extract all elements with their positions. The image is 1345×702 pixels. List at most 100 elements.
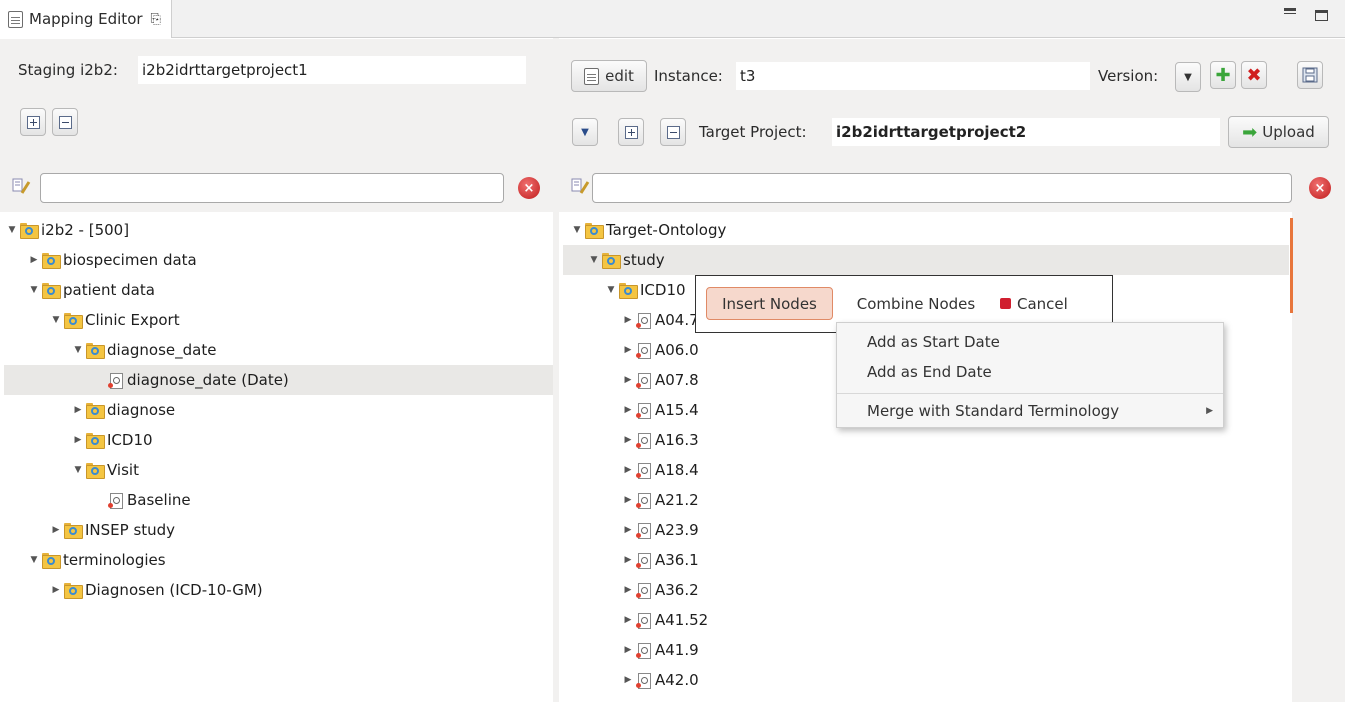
expand-arrow-icon[interactable]: ▶ — [622, 345, 634, 355]
collapse-arrow-icon[interactable]: ▼ — [571, 225, 583, 235]
filter-icon[interactable] — [571, 178, 593, 198]
tree-leaf-node[interactable]: ▶ A07.8 — [622, 365, 699, 395]
tree-node-label: A15.4 — [655, 401, 699, 419]
tree-folder-node[interactable]: ▶ INSEP study — [50, 515, 175, 545]
target-project-label: Target Project: — [699, 123, 807, 141]
right-tree-scroll-track[interactable] — [1292, 212, 1345, 702]
collapse-arrow-icon[interactable]: ▼ — [6, 225, 18, 235]
left-search-input[interactable] — [40, 173, 504, 203]
tree-folder-node[interactable]: ▼ i2b2 - [500] — [6, 215, 129, 245]
expand-arrow-icon[interactable]: ▶ — [622, 555, 634, 565]
right-collapse-all-button[interactable] — [660, 118, 686, 146]
tree-folder-node[interactable]: ▶ ICD10 — [72, 425, 153, 455]
expand-arrow-icon[interactable]: ▶ — [622, 405, 634, 415]
combine-nodes-button[interactable]: Combine Nodes — [841, 287, 991, 320]
expand-all-button[interactable] — [20, 108, 46, 136]
tree-leaf-node[interactable]: Baseline — [94, 485, 191, 515]
tree-folder-node[interactable]: ▼ Clinic Export — [50, 305, 180, 335]
collapse-arrow-icon[interactable]: ▼ — [72, 465, 84, 475]
insert-nodes-button[interactable]: Insert Nodes — [706, 287, 833, 320]
menu-item-add-end-date[interactable]: Add as End Date — [837, 358, 1223, 386]
options-dropdown-button[interactable]: ▼ — [572, 118, 598, 146]
save-icon — [1302, 67, 1318, 83]
menu-item-merge-standard-terminology[interactable]: Merge with Standard Terminology ▶ — [837, 397, 1223, 425]
tree-leaf-node[interactable]: ▶ A15.4 — [622, 395, 699, 425]
delete-button[interactable]: ✖ — [1241, 61, 1267, 89]
expand-arrow-icon[interactable]: ▶ — [28, 255, 40, 265]
tree-folder-node[interactable]: ▼ ICD10 — [605, 275, 686, 305]
menu-item-add-start-date[interactable]: Add as Start Date — [837, 328, 1223, 356]
minimize-icon[interactable] — [1284, 8, 1296, 14]
staging-project-field[interactable]: i2b2idrttargetproject1 — [138, 56, 526, 84]
tree-folder-node[interactable]: ▶ Diagnosen (ICD-10-GM) — [50, 575, 263, 605]
tree-leaf-node[interactable]: ▶ A36.2 — [622, 575, 699, 605]
document-icon — [8, 10, 23, 28]
expand-arrow-icon[interactable]: ▶ — [622, 585, 634, 595]
tree-leaf-node[interactable]: ▶ A41.9 — [622, 635, 699, 665]
tree-leaf-node[interactable]: ▶ A36.1 — [622, 545, 699, 575]
tree-folder-node[interactable]: ▼ Visit — [72, 455, 139, 485]
right-search-input[interactable] — [592, 173, 1292, 203]
expand-arrow-icon[interactable]: ▶ — [622, 315, 634, 325]
close-icon[interactable]: ⎘ — [151, 12, 161, 27]
tree-folder-node[interactable]: ▼ patient data — [28, 275, 155, 305]
target-project-field[interactable]: i2b2idrttargetproject2 — [832, 118, 1220, 146]
filter-icon[interactable] — [12, 178, 34, 198]
collapse-arrow-icon[interactable]: ▼ — [72, 345, 84, 355]
scrollbar-thumb[interactable] — [1290, 218, 1293, 313]
expand-arrow-icon[interactable]: ▶ — [622, 645, 634, 655]
tree-node-label: A36.1 — [655, 551, 699, 569]
tree-folder-node[interactable]: ▶ diagnose — [72, 395, 175, 425]
tab-mapping-editor[interactable]: Mapping Editor ⎘ — [0, 0, 172, 38]
upload-button[interactable]: ➡ Upload — [1228, 116, 1329, 148]
expand-arrow-icon[interactable]: ▶ — [622, 375, 634, 385]
collapse-arrow-icon[interactable]: ▼ — [605, 285, 617, 295]
tree-folder-node[interactable]: ▼ Target-Ontology — [571, 215, 726, 245]
tree-leaf-node[interactable]: ▶ A16.3 — [622, 425, 699, 455]
clear-search-icon[interactable]: × — [518, 177, 540, 199]
concept-folder-icon — [64, 313, 83, 329]
collapse-all-button[interactable] — [52, 108, 78, 136]
collapse-arrow-icon[interactable]: ▼ — [50, 315, 62, 325]
add-button[interactable]: ✚ — [1210, 61, 1236, 89]
tree-leaf-node[interactable]: ▶ A06.0 — [622, 335, 699, 365]
tree-leaf-node[interactable]: diagnose_date (Date) — [4, 365, 553, 395]
collapse-arrow-icon[interactable]: ▼ — [28, 285, 40, 295]
expand-arrow-icon[interactable]: ▶ — [622, 495, 634, 505]
maximize-icon[interactable] — [1315, 10, 1328, 21]
collapse-arrow-icon[interactable]: ▼ — [588, 255, 600, 265]
expand-arrow-icon[interactable]: ▶ — [50, 525, 62, 535]
tree-node-label: A36.2 — [655, 581, 699, 599]
expand-arrow-icon[interactable]: ▶ — [622, 465, 634, 475]
expand-arrow-icon[interactable]: ▶ — [622, 435, 634, 445]
tree-folder-node[interactable]: ▼ diagnose_date — [72, 335, 216, 365]
tree-leaf-node[interactable]: ▶ A21.2 — [622, 485, 699, 515]
tree-folder-node[interactable]: ▼ study — [563, 245, 1289, 275]
edit-document-icon — [584, 67, 600, 85]
tree-folder-node[interactable]: ▶ biospecimen data — [28, 245, 197, 275]
tree-leaf-node[interactable]: ▶ A18.4 — [622, 455, 699, 485]
tree-folder-node[interactable]: ▼ terminologies — [28, 545, 166, 575]
expand-arrow-icon[interactable]: ▶ — [622, 675, 634, 685]
collapse-arrow-icon[interactable]: ▼ — [28, 555, 40, 565]
version-dropdown[interactable]: ▼ — [1175, 62, 1201, 92]
expand-arrow-icon[interactable]: ▶ — [50, 585, 62, 595]
tree-leaf-node[interactable]: ▶ A23.9 — [622, 515, 699, 545]
expand-arrow-icon[interactable]: ▶ — [622, 615, 634, 625]
delete-icon: ✖ — [1246, 64, 1262, 86]
cancel-label: Cancel — [1017, 294, 1068, 313]
expand-arrow-icon[interactable]: ▶ — [72, 435, 84, 445]
tree-node-label: A41.9 — [655, 641, 699, 659]
clear-search-icon[interactable]: × — [1309, 177, 1331, 199]
right-expand-all-button[interactable] — [618, 118, 644, 146]
edit-button[interactable]: edit — [571, 60, 647, 92]
tree-leaf-node[interactable]: ▶ A42.0 — [622, 665, 699, 695]
expand-arrow-icon[interactable]: ▶ — [72, 405, 84, 415]
tree-leaf-node[interactable]: ▶ A04.7 — [622, 305, 699, 335]
tree-leaf-node[interactable]: ▶ A41.52 — [622, 605, 709, 635]
instance-field[interactable]: t3 — [736, 62, 1090, 90]
expand-arrow-icon[interactable]: ▶ — [622, 525, 634, 535]
save-button[interactable] — [1297, 61, 1323, 89]
cancel-button[interactable]: Cancel — [1000, 287, 1095, 320]
tree-node-label: A23.9 — [655, 521, 699, 539]
